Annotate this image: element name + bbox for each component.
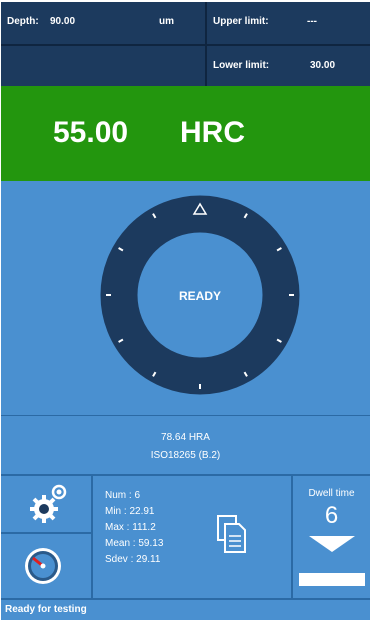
depth-value: 90.00 [50, 16, 76, 27]
dwell-time-bar [299, 573, 365, 586]
report-icon [217, 515, 246, 553]
bottom-panel: Num : 6 Min : 22.91 Max : 111.2 Mean : 5… [1, 474, 370, 600]
stat-num: Num : 6 [105, 490, 141, 501]
status-bar: Ready for testing [1, 600, 370, 620]
gauge-icon [25, 548, 61, 584]
status-text: Ready for testing [5, 604, 87, 615]
gears-icon [30, 484, 67, 523]
dwell-time-label: Dwell time [308, 488, 355, 499]
depth-unit: um [159, 16, 174, 27]
settings-button[interactable] [1, 476, 91, 532]
depth-label: Depth: [7, 16, 39, 27]
hardness-value: 55.00 [53, 116, 129, 149]
lower-limit-value[interactable]: 30.00 [310, 60, 335, 71]
hardness-unit: HRC [180, 116, 245, 149]
lower-limit-label: Lower limit: [213, 60, 270, 71]
conversion-standard: ISO18265 (B.2) [150, 450, 221, 461]
limits-header: Depth: 90.00 um Upper limit: --- Lower l… [1, 2, 370, 86]
dwell-time-value: 6 [324, 502, 339, 529]
down-arrow-icon[interactable] [309, 536, 355, 554]
report-button[interactable] [215, 514, 249, 556]
gauge-button[interactable] [1, 534, 91, 598]
hardness-result: 55.00 HRC [1, 86, 370, 181]
stat-mean: Mean : 59.13 [105, 538, 164, 549]
converted-hardness: 78.64 HRA [161, 432, 210, 443]
stat-max: Max : 111.2 [105, 522, 156, 533]
upper-limit-label: Upper limit: [213, 16, 269, 27]
dwell-time-panel[interactable]: Dwell time 6 [293, 476, 370, 598]
conversion-panel: 78.64 HRA ISO18265 (B.2) [1, 415, 370, 474]
hardness-tester-screen: Depth: 90.00 um Upper limit: --- Lower l… [1, 2, 370, 620]
stat-min: Min : 22.91 [105, 506, 155, 517]
statistics-panel: Num : 6 Min : 22.91 Max : 111.2 Mean : 5… [93, 476, 291, 598]
dial-panel: READY [1, 183, 370, 413]
header-horizontal-divider [1, 44, 370, 46]
stat-sdev: Sdev : 29.11 [105, 554, 161, 565]
dial-state: READY [178, 289, 221, 303]
upper-limit-value[interactable]: --- [307, 16, 317, 27]
